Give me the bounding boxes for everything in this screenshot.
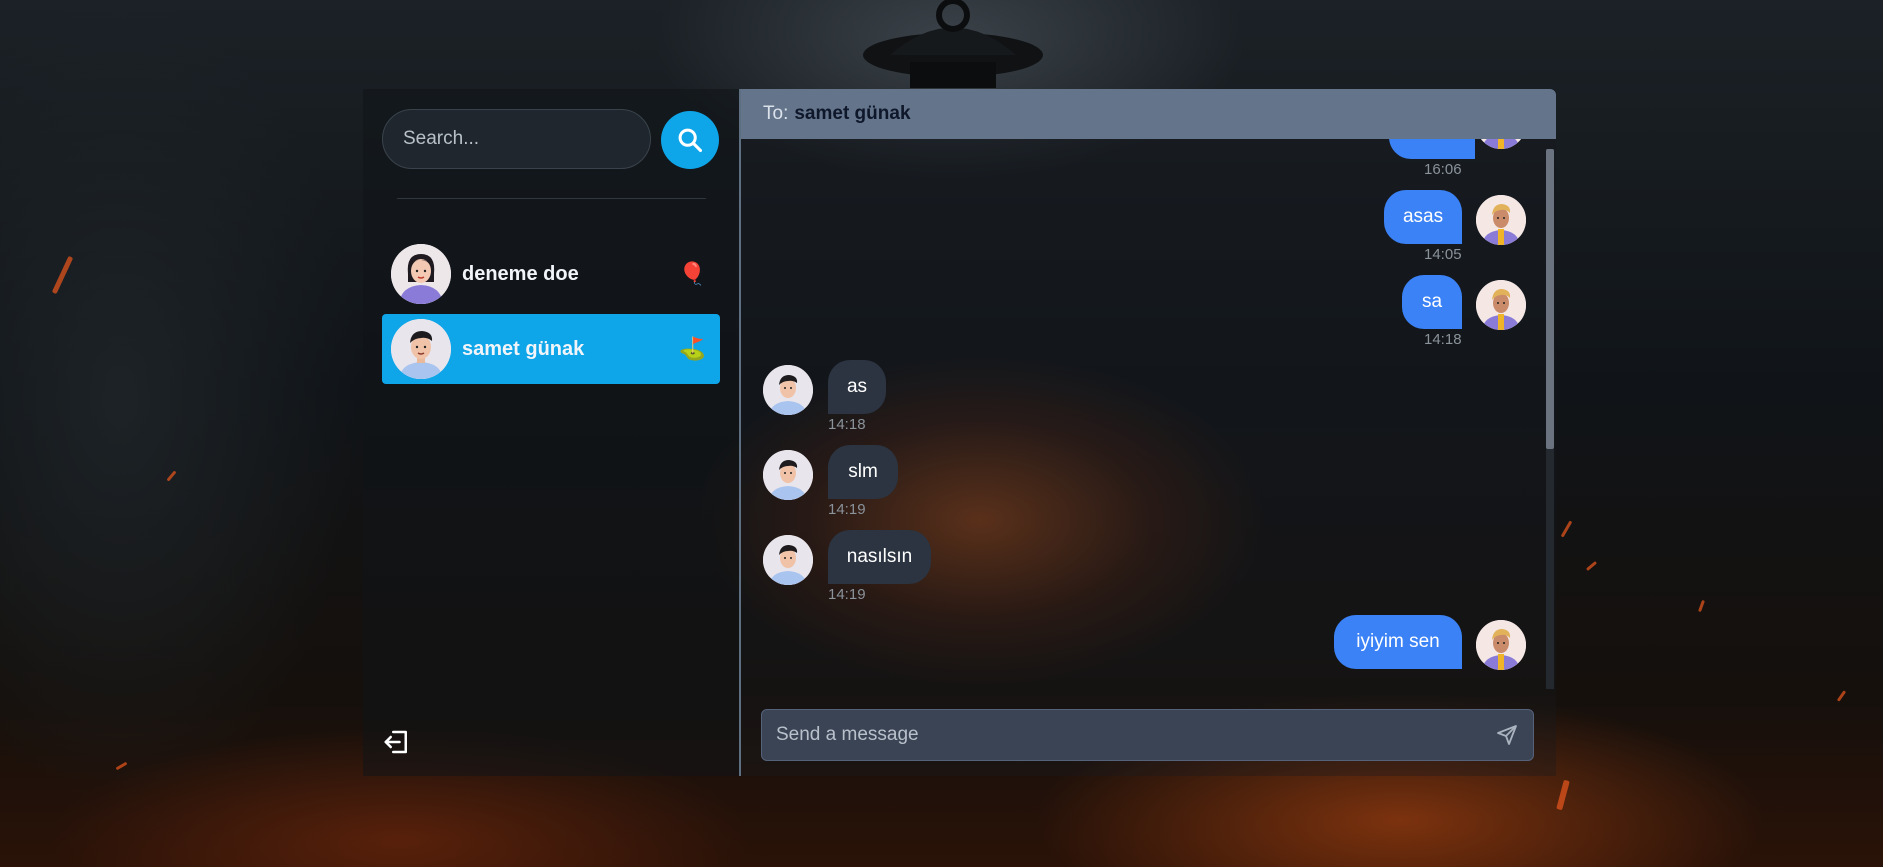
- male-avatar-icon: [391, 319, 451, 379]
- message-bubble: sa: [1402, 275, 1462, 329]
- search-input[interactable]: [382, 109, 651, 169]
- send-icon[interactable]: [1495, 723, 1519, 747]
- message-bubble: slm: [828, 445, 898, 499]
- contact-item-samet-gunak[interactable]: samet günak ⛳: [382, 314, 720, 384]
- avatar: [1476, 280, 1526, 330]
- chat-header: To: samet günak: [741, 89, 1556, 139]
- logout-icon[interactable]: [382, 727, 412, 757]
- to-label: To:: [763, 103, 789, 124]
- female-avatar-icon: [391, 244, 451, 304]
- avatar: [1476, 139, 1526, 149]
- message-bubble: as: [828, 360, 886, 414]
- message-bubble: asas: [1384, 190, 1462, 244]
- sidebar: deneme doe 🎈 samet günak ⛳: [363, 89, 739, 776]
- message-time: 14:19: [828, 501, 866, 518]
- search-container: [382, 109, 651, 169]
- message-time: 14:18: [828, 416, 866, 433]
- lantern-decoration: [863, 0, 1043, 88]
- contact-name: deneme doe: [462, 262, 579, 285]
- male-avatar-icon: [763, 450, 813, 500]
- user-avatar-icon: [1476, 280, 1526, 330]
- avatar: [1476, 620, 1526, 670]
- search-button[interactable]: [661, 111, 719, 169]
- avatar: [763, 535, 813, 585]
- balloon-icon: 🎈: [678, 261, 706, 286]
- search-icon: [678, 128, 703, 153]
- male-avatar-icon: [763, 365, 813, 415]
- golf-flag-icon: ⛳: [678, 336, 706, 361]
- user-avatar-icon: [1476, 139, 1526, 149]
- recipient-name: samet günak: [794, 103, 911, 124]
- message-bubble: iyiyim sen: [1334, 615, 1462, 669]
- chat-panel: To: samet günak 16:06 asas 14:05 sa 14:1…: [739, 89, 1556, 776]
- avatar: [763, 450, 813, 500]
- message-time: 14:05: [1424, 246, 1462, 263]
- scrollbar-thumb[interactable]: [1546, 149, 1554, 449]
- sidebar-divider: [397, 198, 706, 199]
- user-avatar-icon: [1476, 620, 1526, 670]
- message-time: 14:19: [828, 586, 866, 603]
- avatar: [391, 319, 451, 379]
- message-time: 14:18: [1424, 331, 1462, 348]
- contact-item-deneme-doe[interactable]: deneme doe 🎈: [382, 239, 720, 309]
- male-avatar-icon: [763, 535, 813, 585]
- message-time: 16:06: [1424, 161, 1462, 178]
- contact-name: samet günak: [462, 337, 585, 360]
- message-bubble: nasılsın: [828, 530, 931, 584]
- message-composer: [761, 709, 1534, 761]
- avatar: [391, 244, 451, 304]
- avatar: [763, 365, 813, 415]
- user-avatar-icon: [1476, 195, 1526, 245]
- message-bubble: [1389, 139, 1475, 159]
- message-input[interactable]: [762, 710, 1462, 760]
- avatar: [1476, 195, 1526, 245]
